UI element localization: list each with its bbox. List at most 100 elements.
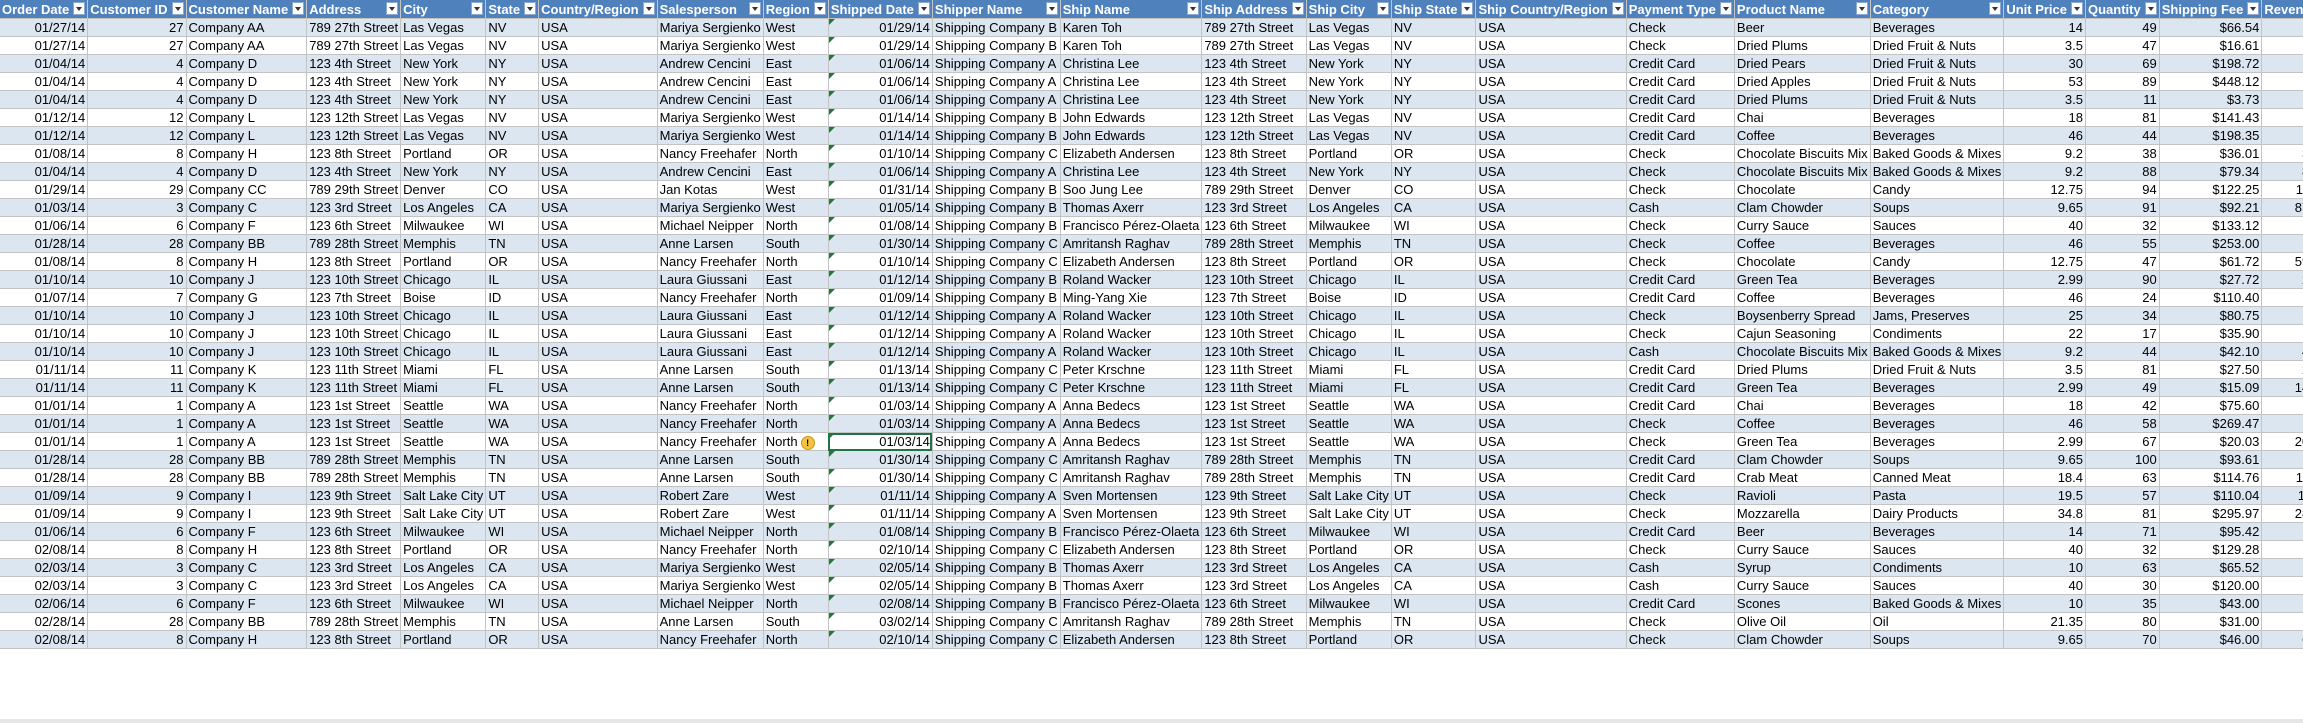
cell[interactable]: CA xyxy=(1391,558,1477,577)
cell[interactable]: Credit Card xyxy=(1626,468,1735,487)
column-header[interactable]: Ship Name xyxy=(1060,0,1203,19)
cell[interactable]: Los Angeles xyxy=(1306,576,1392,595)
cell[interactable]: North xyxy=(763,144,829,163)
cell[interactable]: 404.8 xyxy=(2261,342,2303,361)
cell[interactable]: 850 xyxy=(2261,306,2303,325)
cell[interactable]: 123 6th Street xyxy=(306,522,402,541)
cell[interactable]: Cajun Seasoning xyxy=(1734,324,1871,343)
cell[interactable]: 630 xyxy=(2261,558,2303,577)
cell[interactable]: 03/02/14 xyxy=(828,612,933,631)
cell[interactable]: 01/29/14 xyxy=(0,180,89,199)
cell[interactable]: Robert Zare xyxy=(657,486,764,505)
cell[interactable]: West xyxy=(763,126,829,145)
cell[interactable]: 01/08/14 xyxy=(0,252,89,271)
cell[interactable]: 123 8th Street xyxy=(306,252,402,271)
cell[interactable]: 123 7th Street xyxy=(1201,288,1307,307)
cell[interactable]: Anne Larsen xyxy=(657,378,764,397)
cell[interactable]: 3 xyxy=(87,558,187,577)
cell[interactable]: NY xyxy=(1391,72,1477,91)
cell[interactable]: 01/07/14 xyxy=(0,288,89,307)
column-header[interactable]: Order Date xyxy=(0,0,89,19)
cell[interactable]: 01/08/14 xyxy=(828,522,933,541)
cell[interactable]: Syrup xyxy=(1734,558,1871,577)
cell[interactable]: 2530 xyxy=(2261,234,2303,253)
cell[interactable]: Thomas Axerr xyxy=(1060,576,1203,595)
cell[interactable]: USA xyxy=(1475,360,1627,379)
cell[interactable]: 01/14/14 xyxy=(828,126,933,145)
filter-dropdown-icon[interactable] xyxy=(917,2,930,15)
cell[interactable]: USA xyxy=(538,72,658,91)
cell[interactable]: Nancy Freehafer xyxy=(657,288,764,307)
cell[interactable]: FL xyxy=(1391,378,1477,397)
cell[interactable]: Check xyxy=(1626,252,1735,271)
cell[interactable]: 11 xyxy=(87,378,187,397)
cell[interactable]: North xyxy=(763,594,829,613)
cell[interactable]: 02/10/14 xyxy=(828,540,933,559)
cell[interactable]: WA xyxy=(485,396,540,415)
filter-dropdown-icon[interactable] xyxy=(1376,2,1389,15)
cell[interactable]: Chocolate Biscuits Mix xyxy=(1734,162,1871,181)
cell[interactable]: Check xyxy=(1626,36,1735,55)
cell[interactable]: Milwaukee xyxy=(1306,594,1392,613)
cell[interactable]: USA xyxy=(1475,468,1627,487)
cell[interactable]: Salt Lake City xyxy=(400,504,487,523)
cell[interactable]: Salt Lake City xyxy=(400,486,487,505)
cell[interactable]: 123 1st Street xyxy=(1201,432,1307,451)
cell[interactable]: USA xyxy=(538,54,658,73)
cell[interactable]: Elizabeth Andersen xyxy=(1060,252,1203,271)
cell[interactable]: 686 xyxy=(2261,18,2303,37)
data-table[interactable]: Order Date Customer ID Customer Name Addres… xyxy=(0,0,2303,649)
cell[interactable]: Cash xyxy=(1626,558,1735,577)
cell[interactable]: $133.12 xyxy=(2159,216,2263,235)
cell[interactable]: Francisco Pérez-Olaeta xyxy=(1060,594,1203,613)
cell[interactable]: Dried Apples xyxy=(1734,72,1871,91)
cell[interactable]: WI xyxy=(485,594,540,613)
cell[interactable]: 123 10th Street xyxy=(1201,342,1307,361)
cell[interactable]: 89 xyxy=(2085,72,2160,91)
cell[interactable]: 25 xyxy=(2003,306,2086,325)
cell[interactable]: 789 27th Street xyxy=(1201,36,1307,55)
cell[interactable]: USA xyxy=(538,36,658,55)
cell[interactable]: USA xyxy=(1475,216,1627,235)
cell[interactable]: 34 xyxy=(2085,306,2160,325)
cell[interactable]: 123 12th Street xyxy=(306,108,402,127)
cell[interactable]: 123 8th Street xyxy=(1201,540,1307,559)
cell[interactable]: USA xyxy=(538,252,658,271)
cell[interactable]: 30 xyxy=(2003,54,2086,73)
cell[interactable]: OR xyxy=(1391,540,1477,559)
cell[interactable]: ID xyxy=(1391,288,1477,307)
cell[interactable]: 63 xyxy=(2085,468,2160,487)
cell[interactable]: Credit Card xyxy=(1626,90,1735,109)
cell[interactable]: Baked Goods & Mixes xyxy=(1870,162,2005,181)
cell[interactable]: Denver xyxy=(1306,180,1392,199)
filter-dropdown-icon[interactable] xyxy=(73,2,86,15)
cell[interactable]: Check xyxy=(1626,144,1735,163)
cell[interactable]: 1111.5 xyxy=(2261,486,2303,505)
cell[interactable]: Shipping Company A xyxy=(932,54,1061,73)
cell[interactable]: Credit Card xyxy=(1626,72,1735,91)
cell[interactable]: West xyxy=(763,36,829,55)
cell[interactable]: Company F xyxy=(186,216,308,235)
cell[interactable]: 81 xyxy=(2085,108,2160,127)
cell[interactable]: Shipping Company B xyxy=(932,522,1061,541)
column-header[interactable]: Ship Address xyxy=(1201,0,1307,19)
cell[interactable]: Memphis xyxy=(400,612,487,631)
cell[interactable]: 1200 xyxy=(2261,576,2303,595)
cell[interactable]: Coffee xyxy=(1734,288,1871,307)
cell[interactable]: Clam Chowder xyxy=(1734,630,1871,649)
cell[interactable]: $79.34 xyxy=(2159,162,2263,181)
cell[interactable]: NY xyxy=(485,162,540,181)
cell[interactable]: Shipping Company C xyxy=(932,360,1061,379)
cell[interactable]: Company D xyxy=(186,54,308,73)
cell[interactable]: Miami xyxy=(400,378,487,397)
cell[interactable]: Chai xyxy=(1734,108,1871,127)
cell[interactable]: OR xyxy=(1391,630,1477,649)
cell[interactable]: Shipping Company B xyxy=(932,36,1061,55)
column-header[interactable]: Quantity xyxy=(2085,0,2160,19)
cell[interactable]: Anne Larsen xyxy=(657,468,764,487)
cell[interactable]: New York xyxy=(1306,90,1392,109)
cell[interactable]: Andrew Cencini xyxy=(657,72,764,91)
cell[interactable]: Shipping Company B xyxy=(932,594,1061,613)
cell[interactable]: USA xyxy=(1475,198,1627,217)
cell[interactable]: Credit Card xyxy=(1626,54,1735,73)
